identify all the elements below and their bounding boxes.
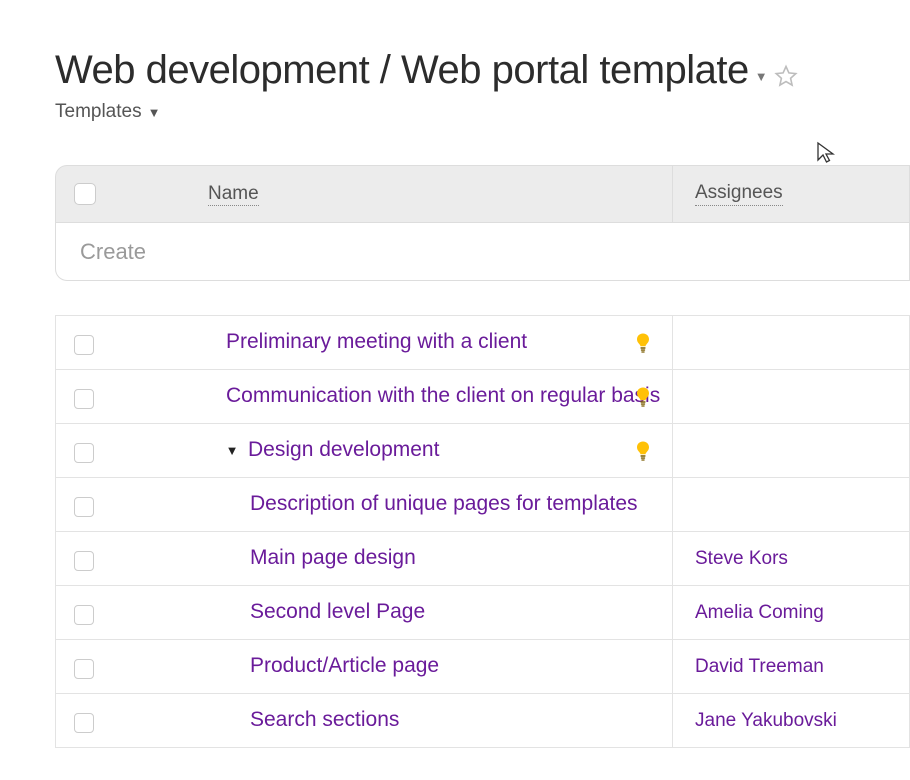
column-header-assignees[interactable]: Assignees [695,182,783,206]
table-row: ▼ Design development [56,424,909,478]
column-header-name[interactable]: Name [208,183,259,206]
table-row: Second level Page Amelia Coming [56,586,909,640]
assignee-cell[interactable]: Steve Kors [672,532,909,585]
table-row: Description of unique pages for template… [56,478,909,532]
task-table: Name Assignees Preliminary meeting with … [55,165,910,748]
subnav-caret-icon[interactable]: ▼ [148,105,161,120]
lightbulb-icon[interactable] [634,386,652,408]
star-icon[interactable] [774,64,798,88]
select-all-checkbox[interactable] [74,183,96,205]
create-task-input[interactable] [80,239,909,265]
assignee-cell[interactable]: David Treeman [672,640,909,693]
assignee-cell[interactable] [672,478,909,531]
task-link[interactable]: Design development [248,437,439,463]
table-row: Main page design Steve Kors [56,532,909,586]
task-link[interactable]: Description of unique pages for template… [250,491,638,517]
page-title: Web development / Web portal template [55,48,749,93]
row-checkbox[interactable] [74,497,94,517]
table-row: Preliminary meeting with a client [56,316,909,370]
row-checkbox[interactable] [74,443,94,463]
row-checkbox[interactable] [74,551,94,571]
task-link[interactable]: Communication with the client on regular… [226,383,660,409]
title-dropdown-caret[interactable]: ▼ [755,69,768,84]
table-row: Communication with the client on regular… [56,370,909,424]
task-link[interactable]: Main page design [250,545,416,571]
task-link[interactable]: Product/Article page [250,653,439,679]
row-checkbox[interactable] [74,713,94,733]
row-checkbox[interactable] [74,389,94,409]
row-checkbox[interactable] [74,605,94,625]
lightbulb-icon[interactable] [634,440,652,462]
assignee-cell[interactable] [672,370,909,423]
assignee-cell[interactable]: Amelia Coming [672,586,909,639]
task-link[interactable]: Search sections [250,707,399,733]
table-row: Product/Article page David Treeman [56,640,909,694]
expand-toggle-icon[interactable]: ▼ [224,443,240,458]
table-row: Search sections Jane Yakubovski [56,694,909,748]
row-checkbox[interactable] [74,335,94,355]
task-link[interactable]: Second level Page [250,599,425,625]
assignee-cell[interactable]: Jane Yakubovski [672,694,909,747]
row-checkbox[interactable] [74,659,94,679]
create-row [55,223,910,281]
lightbulb-icon[interactable] [634,332,652,354]
task-link[interactable]: Preliminary meeting with a client [226,329,527,355]
subnav-templates[interactable]: Templates [55,101,142,123]
assignee-cell[interactable] [672,424,909,477]
assignee-cell[interactable] [672,316,909,369]
table-header: Name Assignees [55,165,910,223]
